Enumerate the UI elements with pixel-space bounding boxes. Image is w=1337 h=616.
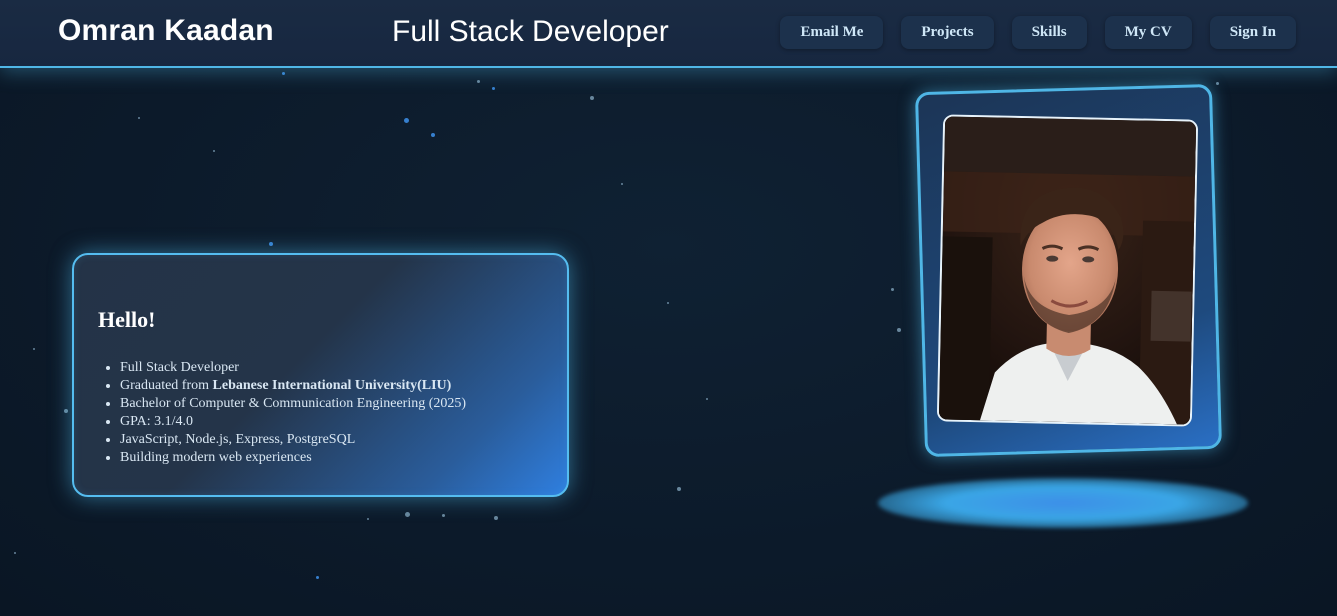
intro-list: Full Stack Developer Graduated from Leba… bbox=[98, 359, 466, 467]
list-item-text: GPA: 3.1/4.0 bbox=[120, 414, 194, 429]
list-item: JavaScript, Node.js, Express, PostgreSQL bbox=[120, 431, 466, 449]
sign-in-button[interactable]: Sign In bbox=[1209, 16, 1296, 49]
email-me-button[interactable]: Email Me bbox=[780, 16, 884, 49]
skills-button[interactable]: Skills bbox=[1011, 16, 1087, 49]
list-item-prefix: Graduated from bbox=[120, 378, 213, 393]
list-item: Bachelor of Computer & Communication Eng… bbox=[120, 395, 466, 413]
main-nav: Email Me Projects Skills My CV Sign In bbox=[780, 16, 1296, 49]
profile-photo-icon bbox=[938, 116, 1199, 427]
list-item-text: Building modern web experiences bbox=[120, 450, 312, 465]
list-item: Graduated from Lebanese International Un… bbox=[120, 377, 466, 395]
list-item-text: Bachelor of Computer & Communication Eng… bbox=[120, 396, 467, 411]
header-role-title: Full Stack Developer bbox=[392, 15, 669, 48]
brand-name[interactable]: Omran Kaadan bbox=[58, 14, 274, 48]
intro-heading: Hello! bbox=[98, 307, 156, 332]
list-item-text: Full Stack Developer bbox=[120, 360, 239, 375]
intro-card: Hello! Full Stack Developer Graduated fr… bbox=[72, 253, 569, 497]
portfolio-page: Omran Kaadan Full Stack Developer Email … bbox=[0, 0, 1337, 616]
profile-photo bbox=[936, 114, 1199, 427]
top-header: Omran Kaadan Full Stack Developer Email … bbox=[0, 0, 1337, 68]
university-name: Lebanese International University(LIU) bbox=[212, 378, 452, 393]
list-item: GPA: 3.1/4.0 bbox=[120, 413, 466, 431]
list-item-text: JavaScript, Node.js, Express, PostgreSQL bbox=[120, 432, 356, 447]
list-item: Building modern web experiences bbox=[120, 449, 466, 467]
portrait-glow-base bbox=[878, 478, 1248, 528]
projects-button[interactable]: Projects bbox=[901, 16, 994, 49]
my-cv-button[interactable]: My CV bbox=[1104, 16, 1192, 49]
list-item: Full Stack Developer bbox=[120, 359, 466, 377]
